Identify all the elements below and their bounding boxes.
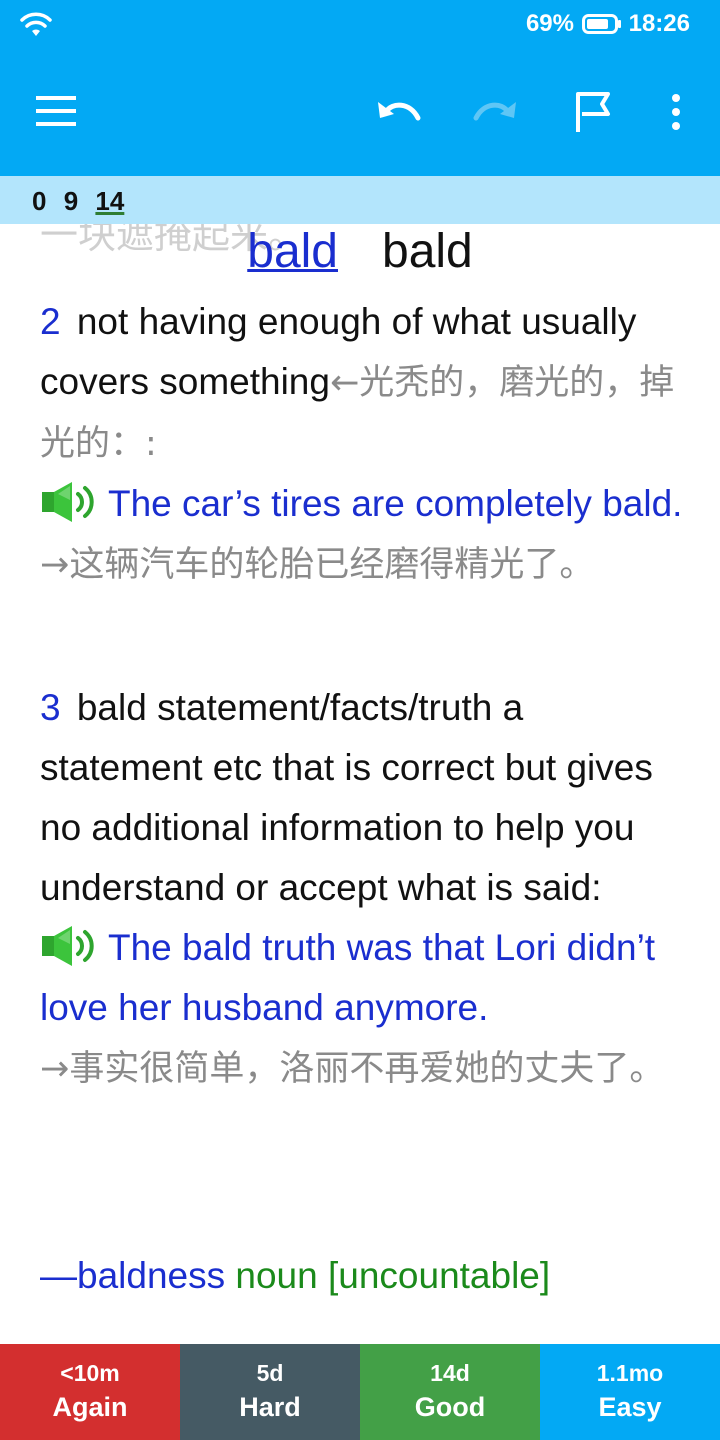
status-time: 18:26: [628, 10, 690, 37]
example-sentence: The car’s tires are completely bald.: [108, 483, 683, 524]
speaker-icon[interactable]: [40, 480, 100, 524]
more-vert-icon[interactable]: [666, 92, 686, 132]
hamburger-menu-icon[interactable]: [36, 94, 76, 128]
review-count: 14: [95, 186, 125, 216]
card-counts: 0 9 14: [32, 186, 134, 217]
derivative: —baldness noun [uncountable]: [40, 1246, 684, 1306]
again-button[interactable]: <10m Again: [0, 1344, 180, 1440]
sense-number: 2: [40, 301, 61, 342]
good-interval: 14d: [430, 1360, 470, 1386]
redo-icon[interactable]: [470, 92, 520, 132]
headword: bald: [382, 225, 473, 278]
example-sentence: The bald truth was that Lori didn’t love…: [40, 927, 656, 1028]
example-translation: →事实很简单，洛丽不再爱她的丈夫了。: [40, 1049, 665, 1089]
answer-buttons: <10m Again 5d Hard 14d Good 1.1mo Easy: [0, 1344, 720, 1440]
easy-interval: 1.1mo: [596, 1360, 664, 1386]
sense-3: 3 bald statement/facts/truth a statement…: [40, 678, 684, 1099]
undo-icon[interactable]: [374, 92, 424, 132]
battery-percent: 69%: [525, 10, 574, 37]
again-interval: <10m: [60, 1360, 120, 1386]
derivative-word: —baldness: [40, 1255, 226, 1296]
card-counts-bar: 0 9 14: [0, 176, 720, 224]
example-translation: →这辆汽车的轮胎已经磨得精光了。: [40, 545, 595, 585]
hard-label: Hard: [239, 1392, 301, 1422]
sense-definition: bald statement/facts/truth a statement e…: [40, 687, 653, 908]
again-label: Again: [52, 1392, 128, 1422]
status-bar: 69% 18:26: [0, 0, 720, 50]
app-bar: 69% 18:26: [0, 0, 720, 176]
speaker-icon[interactable]: [40, 924, 100, 968]
derivative-pos: noun [uncountable]: [235, 1255, 551, 1296]
wifi-icon: [20, 12, 52, 36]
headword-link[interactable]: bald: [247, 225, 338, 278]
sense-2: 2 not having enough of what usually cove…: [40, 292, 684, 595]
hard-interval: 5d: [256, 1360, 284, 1386]
battery-icon: [582, 14, 621, 34]
card-content: 一块遮掩起来。 bald bald 2 not having enough of …: [0, 176, 720, 1344]
hard-button[interactable]: 5d Hard: [180, 1344, 360, 1440]
headword-row: bald bald: [0, 224, 720, 279]
good-button[interactable]: 14d Good: [360, 1344, 540, 1440]
easy-button[interactable]: 1.1mo Easy: [540, 1344, 720, 1440]
easy-label: Easy: [598, 1392, 662, 1422]
sense-number: 3: [40, 687, 61, 728]
new-count: 0: [32, 186, 47, 216]
good-label: Good: [414, 1392, 486, 1422]
flag-icon[interactable]: [574, 90, 614, 134]
learning-count: 9: [63, 186, 79, 216]
